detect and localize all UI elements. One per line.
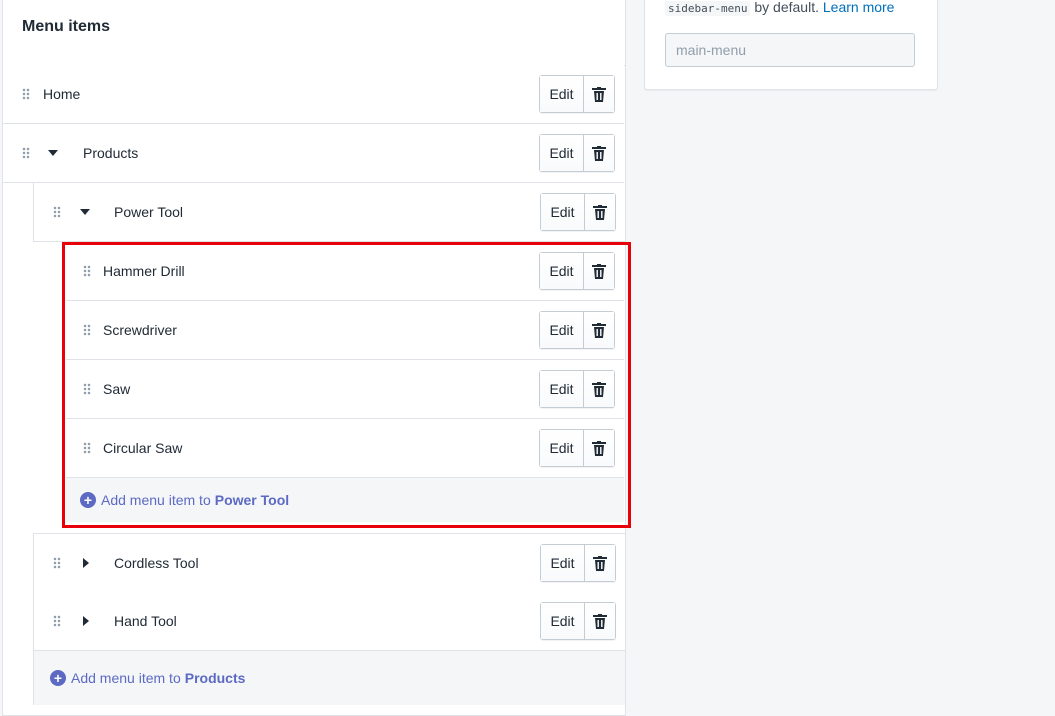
drag-handle-icon[interactable] [22, 88, 30, 100]
trash-icon [592, 145, 606, 161]
edit-button[interactable]: Edit [541, 545, 585, 581]
delete-button[interactable] [584, 371, 614, 407]
edit-button[interactable]: Edit [540, 253, 584, 289]
edit-button[interactable]: Edit [540, 135, 584, 171]
menu-item-label: Power Tool [114, 204, 184, 220]
menu-item-hammer-drill[interactable]: Hammer Drill Edit [66, 242, 624, 301]
item-actions: Edit [539, 311, 615, 349]
drag-handle-icon[interactable] [83, 324, 91, 336]
item-actions: Edit [539, 134, 615, 172]
menu-item-label: Circular Saw [103, 440, 183, 456]
delete-button[interactable] [584, 76, 614, 112]
delete-button[interactable] [584, 135, 614, 171]
trash-icon [593, 555, 607, 571]
item-actions: Edit [539, 429, 615, 467]
edit-button[interactable]: Edit [540, 371, 584, 407]
trash-icon [592, 322, 606, 338]
trash-icon [592, 440, 606, 456]
item-actions: Edit [540, 544, 616, 582]
menu-item-label: Hammer Drill [103, 263, 185, 279]
add-menu-item-to-products-link[interactable]: + Add menu item to Products [50, 651, 245, 705]
plus-circle-icon: + [80, 492, 96, 508]
trash-icon [592, 263, 606, 279]
edit-button[interactable]: Edit [540, 76, 584, 112]
delete-button[interactable] [584, 253, 614, 289]
handle-input[interactable] [665, 33, 915, 67]
delete-button[interactable] [584, 430, 614, 466]
drag-handle-icon[interactable] [22, 147, 30, 159]
caret-down-icon[interactable] [48, 150, 58, 156]
add-menu-item-to-power-tool-link[interactable]: + Add menu item to Power Tool [80, 478, 289, 522]
menu-item-products[interactable]: Products Edit [3, 124, 624, 183]
caret-down-icon[interactable] [80, 209, 90, 215]
edit-button[interactable]: Edit [541, 194, 585, 230]
add-link-text: Add menu item to [101, 492, 211, 508]
menu-item-saw[interactable]: Saw Edit [66, 360, 624, 419]
item-actions: Edit [540, 193, 616, 231]
menu-item-circular-saw[interactable]: Circular Saw Edit [66, 419, 624, 478]
add-link-text: Add menu item to [71, 670, 181, 686]
delete-button[interactable] [584, 312, 614, 348]
item-actions: Edit [540, 602, 616, 640]
menu-item-label: Home [43, 86, 81, 102]
edit-button[interactable]: Edit [541, 603, 585, 639]
drag-handle-icon[interactable] [83, 265, 91, 277]
menu-item-screwdriver[interactable]: Screwdriver Edit [66, 301, 624, 360]
trash-icon [593, 613, 607, 629]
add-item-row-products: + Add menu item to Products [33, 651, 625, 705]
menu-item-label: Hand Tool [114, 613, 177, 629]
drag-handle-icon[interactable] [83, 383, 91, 395]
caret-right-icon[interactable] [83, 558, 89, 568]
caret-right-icon[interactable] [83, 616, 89, 626]
add-link-target: Power Tool [214, 492, 290, 508]
delete-button[interactable] [585, 545, 615, 581]
menu-item-label: Saw [103, 381, 131, 397]
add-link-target: Products [184, 670, 246, 686]
item-actions: Edit [539, 75, 615, 113]
code-snippet: sidebar-menu [665, 1, 751, 16]
trash-icon [592, 86, 606, 102]
menu-item-label: Cordless Tool [114, 555, 199, 571]
edit-button[interactable]: Edit [540, 430, 584, 466]
drag-handle-icon[interactable] [53, 557, 61, 569]
item-actions: Edit [539, 370, 615, 408]
menu-item-label: Screwdriver [103, 322, 177, 338]
drag-handle-icon[interactable] [53, 615, 61, 627]
learn-more-link[interactable]: Learn more [823, 0, 895, 15]
item-actions: Edit [539, 252, 615, 290]
menu-item-label: Products [83, 145, 139, 161]
help-text: by default. [754, 0, 819, 15]
menu-item-power-tool[interactable]: Power Tool Edit [33, 183, 625, 242]
menu-item-hand-tool[interactable]: Hand Tool Edit [33, 592, 625, 651]
delete-button[interactable] [585, 603, 615, 639]
trash-icon [593, 204, 607, 220]
card-title: Menu items [22, 18, 111, 35]
drag-handle-icon[interactable] [83, 442, 91, 454]
delete-button[interactable] [585, 194, 615, 230]
trash-icon [592, 381, 606, 397]
menu-item-home[interactable]: Home Edit [3, 65, 624, 124]
add-item-row-power-tool: + Add menu item to Power Tool [66, 478, 624, 522]
drag-handle-icon[interactable] [53, 206, 61, 218]
edit-button[interactable]: Edit [540, 312, 584, 348]
handle-card: sidebar-menu by default. Learn more [644, 0, 938, 90]
menu-item-cordless-tool[interactable]: Cordless Tool Edit [33, 533, 625, 593]
handle-help-text: sidebar-menu by default. Learn more [665, 0, 895, 16]
plus-circle-icon: + [50, 670, 66, 686]
